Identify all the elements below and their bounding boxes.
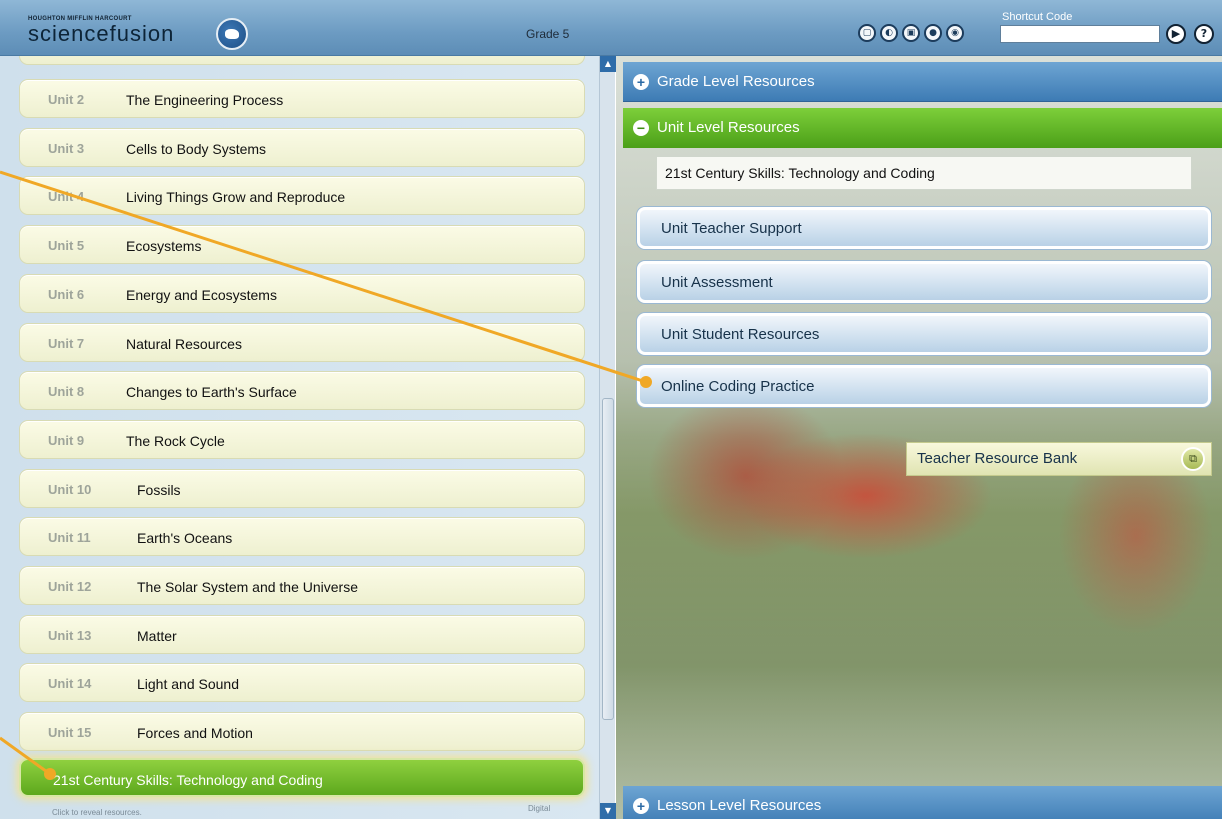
unit-number: Unit 2 xyxy=(48,92,85,107)
unit-row-partial[interactable] xyxy=(19,56,585,65)
unit-title: The Rock Cycle xyxy=(126,432,225,449)
lesson-level-resources-header[interactable]: + Lesson Level Resources xyxy=(623,786,1222,819)
grade-level-resources-header[interactable]: + Grade Level Resources xyxy=(623,62,1222,102)
collapse-icon: − xyxy=(633,120,649,136)
unit-row[interactable]: Unit 13 Matter xyxy=(19,614,585,654)
unit-row[interactable]: Unit 6 Energy and Ecosystems xyxy=(19,273,585,313)
unit-row[interactable]: Unit 8 Changes to Earth's Surface xyxy=(19,371,585,411)
unit-title: 21st Century Skills: Technology and Codi… xyxy=(53,772,323,788)
unit-title: Fossils xyxy=(137,481,181,498)
teacher-resource-bank-button[interactable]: Teacher Resource Bank ⧉ xyxy=(906,442,1212,476)
unit-title: Earth's Oceans xyxy=(137,530,233,547)
planner-icon[interactable]: ▢ xyxy=(858,24,876,42)
media-icon[interactable]: ▣ xyxy=(902,24,920,42)
unit-row[interactable]: Unit 9 The Rock Cycle xyxy=(19,419,585,459)
unit-number: Unit 13 xyxy=(48,627,92,643)
unit-title: Forces and Motion xyxy=(137,725,253,742)
reader-icon[interactable]: ◐ xyxy=(880,24,898,42)
product-logo: sciencefusion xyxy=(28,21,175,46)
unit-assessment-button[interactable]: Unit Assessment xyxy=(637,261,1211,303)
help-button[interactable]: ? xyxy=(1194,24,1214,44)
scroll-up-icon[interactable]: ▲ xyxy=(600,56,616,72)
unit-title: Natural Resources xyxy=(126,335,242,352)
unit-title: Energy and Ecosystems xyxy=(126,286,277,303)
unit-number: Unit 6 xyxy=(48,286,85,302)
people-icon[interactable]: ● xyxy=(924,24,942,42)
unit-title: Living Things Grow and Reproduce xyxy=(126,189,346,206)
unit-title: Ecosystems xyxy=(126,238,202,255)
unit-row[interactable]: Unit 14 Light and Sound xyxy=(19,663,585,703)
unit-row[interactable]: Unit 3 Cells to Body Systems xyxy=(19,127,585,167)
toolbar: ▢ ◐ ▣ ● ◉ xyxy=(858,24,964,42)
selected-unit-title: 21st Century Skills: Technology and Codi… xyxy=(656,156,1192,190)
unit-number: Unit 7 xyxy=(48,335,85,351)
footer-digital: Digital xyxy=(528,804,551,813)
app-header: HOUGHTON MIFFLIN HARCOURT sciencefusion … xyxy=(0,0,1222,56)
scroll-thumb[interactable] xyxy=(602,398,614,720)
unit-row[interactable]: Unit 10 Fossils xyxy=(19,468,585,508)
expand-icon: + xyxy=(633,798,649,814)
lesson-level-label: Lesson Level Resources xyxy=(657,797,822,814)
globe-icon xyxy=(216,18,248,50)
resources-panel: + Grade Level Resources − Unit Level Res… xyxy=(616,56,1222,819)
unit-row[interactable]: Unit 15 Forces and Motion xyxy=(19,712,585,752)
unit-row-selected[interactable]: 21st Century Skills: Technology and Codi… xyxy=(19,758,585,797)
unit-number: Unit 3 xyxy=(48,140,85,156)
unit-title: Cells to Body Systems xyxy=(126,140,267,157)
online-coding-practice-button[interactable]: Online Coding Practice xyxy=(637,365,1211,407)
unit-row[interactable]: Unit 7 Natural Resources xyxy=(19,322,585,362)
unit-level-label: Unit Level Resources xyxy=(657,119,800,136)
unit-number: Unit 11 xyxy=(48,530,91,546)
unit-level-resources-header[interactable]: − Unit Level Resources xyxy=(623,108,1222,148)
unit-student-resources-button[interactable]: Unit Student Resources xyxy=(637,313,1211,355)
unit-title: Light and Sound xyxy=(137,676,239,693)
unit-number: Unit 8 xyxy=(48,384,85,400)
scroll-down-icon[interactable]: ▼ xyxy=(600,803,616,819)
unit-row[interactable]: Unit 5 Ecosystems xyxy=(19,225,585,265)
unit-list-panel: Unit 2 The Engineering Process Unit 3 Cells… xyxy=(0,56,600,819)
unit-number: Unit 4 xyxy=(48,189,85,205)
unit-number: Unit 12 xyxy=(48,579,92,594)
go-button[interactable]: ▶ xyxy=(1166,24,1186,44)
unit-list-scrollbar[interactable]: ▲ ▼ xyxy=(599,56,616,819)
shortcut-code-label: Shortcut Code xyxy=(1002,11,1073,23)
unit-row[interactable]: Unit 12 The Solar System and the Universe xyxy=(19,566,585,605)
expand-icon: + xyxy=(633,74,649,90)
unit-number: Unit 9 xyxy=(48,432,85,448)
unit-number: Unit 5 xyxy=(48,238,85,254)
teacher-resource-bank-label: Teacher Resource Bank xyxy=(917,450,1078,467)
unit-title: The Engineering Process xyxy=(126,92,284,108)
footer-hint: Click to reveal resources. xyxy=(52,808,142,817)
unit-title: The Solar System and the Universe xyxy=(137,579,358,595)
unit-number: Unit 10 xyxy=(48,481,92,497)
unit-row[interactable]: Unit 11 Earth's Oceans xyxy=(19,517,585,557)
grade-level-label: Grade Level Resources xyxy=(657,73,815,90)
unit-title: Changes to Earth's Surface xyxy=(126,384,297,401)
resource-bank-icon: ⧉ xyxy=(1181,447,1205,471)
unit-teacher-support-button[interactable]: Unit Teacher Support xyxy=(637,207,1211,249)
unit-row[interactable]: Unit 4 Living Things Grow and Reproduce xyxy=(19,176,585,216)
unit-number: Unit 14 xyxy=(48,676,92,692)
settings-icon[interactable]: ◉ xyxy=(946,24,964,42)
shortcut-code-input[interactable] xyxy=(1000,25,1160,43)
unit-title: Matter xyxy=(137,627,177,644)
unit-row[interactable]: Unit 2 The Engineering Process xyxy=(19,79,585,118)
unit-number: Unit 15 xyxy=(48,725,92,741)
grade-label: Grade 5 xyxy=(526,27,570,41)
